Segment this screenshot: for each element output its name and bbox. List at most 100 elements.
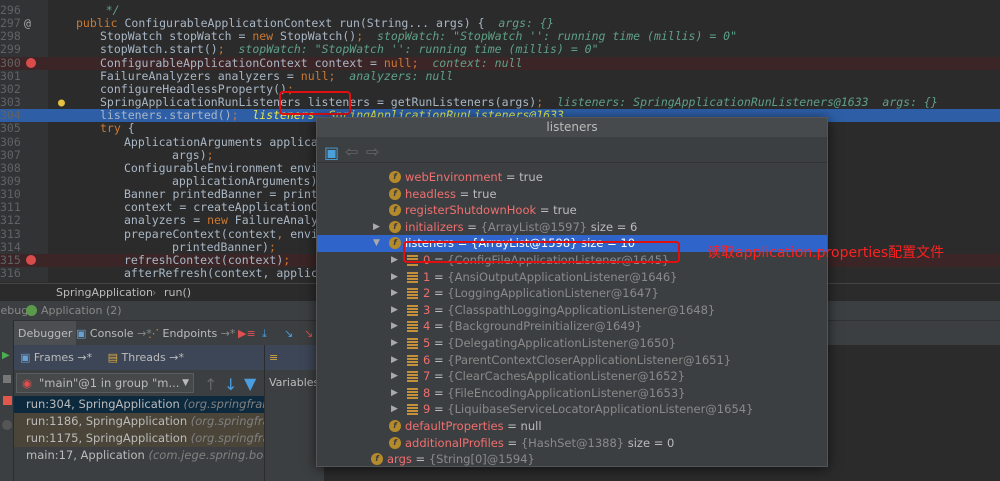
node-text: headless = true bbox=[405, 186, 497, 203]
filter-icon[interactable]: ▼ bbox=[244, 374, 256, 393]
step-into-icon[interactable]: ↘ bbox=[280, 321, 297, 346]
code-line[interactable]: 298 StopWatch stopWatch = new StopWatch()… bbox=[0, 30, 1000, 43]
breakpoint-icon[interactable] bbox=[26, 254, 36, 265]
code-token: ; bbox=[283, 252, 291, 267]
code-token: FailureAnalyzers analyzers = bbox=[100, 68, 301, 83]
node-eq: = bbox=[430, 286, 448, 301]
stack-frame[interactable]: main:17, Application (com.jege.spring.bo… bbox=[14, 447, 264, 464]
mute-breakpoints-icon[interactable] bbox=[2, 420, 12, 430]
node-eq: = bbox=[430, 402, 448, 417]
lightbulb-icon[interactable]: ● bbox=[58, 96, 65, 109]
code-line[interactable]: 302 configureHeadlessProperty(); bbox=[0, 82, 1000, 96]
threads-icon: ▤ bbox=[107, 351, 119, 364]
expand-right-icon[interactable]: ▶ bbox=[391, 335, 401, 352]
node-text: additionalProfiles = {HashSet@1388} size… bbox=[405, 435, 674, 452]
expand-down-icon[interactable]: ▼ bbox=[373, 235, 383, 252]
expand-right-icon[interactable]: ▶ bbox=[391, 285, 401, 302]
node-eq: = bbox=[430, 369, 448, 384]
tree-node[interactable]: f headless = true bbox=[317, 186, 827, 203]
down-arrow-icon[interactable]: ↓ bbox=[224, 375, 237, 394]
spring-icon bbox=[26, 305, 37, 316]
expand-right-icon[interactable]: ▶ bbox=[391, 318, 401, 335]
line-number: 313 bbox=[0, 226, 21, 241]
node-text: 7 = {ClearCachesApplicationListener@1652… bbox=[423, 368, 685, 385]
code-line[interactable]: 299 stopWatch.start(); stopWatch: "StopWa… bbox=[0, 43, 1000, 56]
popup-toolbar: ▣ ⇦ ⇨ bbox=[317, 137, 827, 163]
tree-node[interactable]: ▶ 4 = {BackgroundPreinitializer@1649} bbox=[317, 318, 827, 335]
stack-frame[interactable]: run:1186, SpringApplication (org.springf… bbox=[14, 413, 264, 430]
code-text: FailureAnalyzers analyzers = null; analy… bbox=[100, 68, 453, 83]
force-step-into-icon[interactable]: ↘ bbox=[300, 321, 317, 346]
code-line[interactable]: 301 FailureAnalyzers analyzers = null; an… bbox=[0, 68, 1000, 83]
tree-node[interactable]: ▶ 6 = {ParentContextCloserApplicationList… bbox=[317, 352, 827, 369]
code-text: try { bbox=[100, 122, 135, 135]
tree-node[interactable]: ▶ 8 = {FileEncodingApplicationListener@16… bbox=[317, 385, 827, 402]
expand-right-icon[interactable]: ▶ bbox=[391, 401, 401, 418]
field-icon: f bbox=[389, 204, 401, 217]
breakpoint-icon[interactable] bbox=[26, 57, 36, 68]
run-config-label[interactable]: Application (2) bbox=[41, 301, 122, 320]
navigate-icon[interactable]: ▣ bbox=[324, 143, 339, 162]
list-item-icon bbox=[407, 288, 418, 300]
line-number: 315 bbox=[0, 252, 21, 267]
show-execution-point-icon[interactable]: ▶≡ bbox=[234, 321, 260, 346]
code-line[interactable]: 300 ConfigurableApplicationContext contex… bbox=[0, 56, 1000, 70]
tab-frames[interactable]: ▣ Frames →* bbox=[20, 351, 92, 364]
node-tail: = true bbox=[539, 203, 577, 218]
node-value: {BackgroundPreinitializer@1649} bbox=[447, 319, 643, 334]
tab-threads[interactable]: ▤ Threads →* bbox=[108, 351, 184, 364]
expand-right-icon[interactable]: ▶ bbox=[391, 352, 401, 369]
tree-node[interactable]: ▶ 9 = {LiquibaseServiceLocatorApplication… bbox=[317, 401, 827, 418]
expand-right-icon[interactable]: ▶ bbox=[391, 252, 401, 269]
tab-debugger[interactable]: Debugger bbox=[14, 321, 77, 346]
code-token: prepareContext(context bbox=[124, 226, 277, 241]
stop-icon[interactable] bbox=[3, 396, 12, 405]
code-token: new bbox=[207, 213, 235, 228]
expand-right-icon[interactable]: ▶ bbox=[391, 269, 401, 286]
tab-endpoints[interactable]: ⋰ Endpoints →* bbox=[144, 321, 239, 346]
node-name: args bbox=[387, 452, 412, 467]
node-text: 4 = {BackgroundPreinitializer@1649} bbox=[423, 318, 642, 335]
line-number: 304 bbox=[0, 108, 21, 123]
tree-node[interactable]: ▶ 2 = {LoggingApplicationListener@1647} bbox=[317, 285, 827, 302]
code-line[interactable]: 296 */ bbox=[0, 4, 1000, 17]
tree-node[interactable]: ▶ 3 = {ClasspathLoggingApplicationListene… bbox=[317, 302, 827, 319]
tree-node[interactable]: f additionalProfiles = {HashSet@1388} siz… bbox=[317, 435, 827, 452]
pause-icon[interactable] bbox=[3, 375, 11, 383]
stack-frame[interactable]: run:304, SpringApplication (org.springfr… bbox=[14, 396, 264, 413]
back-arrow-icon[interactable]: ⇦ bbox=[345, 142, 358, 161]
tree-node[interactable]: f args = {String[0]@1594} bbox=[317, 451, 827, 467]
code-line[interactable]: 303 ● SpringApplicationRunListeners listen… bbox=[0, 96, 1000, 109]
expand-right-icon[interactable]: ▶ bbox=[391, 385, 401, 402]
line-number: 310 bbox=[0, 187, 21, 202]
code-text: configureHeadlessProperty(); bbox=[100, 82, 294, 96]
stack-frame[interactable]: run:1175, SpringApplication (org.springf… bbox=[14, 430, 264, 447]
expand-right-icon[interactable]: ▶ bbox=[391, 302, 401, 319]
thread-dropdown[interactable]: ◉ "main"@1 in group "m... ▼ bbox=[16, 373, 194, 393]
tree-node[interactable]: f defaultProperties = null bbox=[317, 418, 827, 435]
node-name: defaultProperties bbox=[405, 419, 504, 433]
code-token: refreshContext(context) bbox=[124, 252, 284, 267]
inline-value-hint: args: {} bbox=[498, 16, 554, 31]
breadcrumb-method[interactable]: run() bbox=[164, 284, 191, 302]
expand-right-icon[interactable]: ▶ bbox=[391, 368, 401, 385]
code-line[interactable]: 297 @ public ConfigurableApplicationContex… bbox=[0, 17, 1000, 30]
node-text: 1 = {AnsiOutputApplicationListener@1646} bbox=[423, 269, 678, 286]
tree-node[interactable]: f registerShutdownHook = true bbox=[317, 202, 827, 219]
node-tail: size = 0 bbox=[624, 435, 675, 450]
code-token: null; bbox=[300, 68, 336, 83]
up-arrow-icon[interactable]: ↑ bbox=[204, 375, 217, 394]
frame-package: (com.jege.spring.boot) bbox=[148, 448, 264, 462]
expand-right-icon[interactable]: ▶ bbox=[373, 219, 383, 236]
tree-node[interactable]: ▶ 7 = {ClearCachesApplicationListener@165… bbox=[317, 368, 827, 385]
step-over-icon[interactable]: ⤓ bbox=[258, 321, 271, 346]
tree-node[interactable]: ▶ 1 = {AnsiOutputApplicationListener@1646… bbox=[317, 269, 827, 286]
resume-icon[interactable]: ▶ bbox=[2, 350, 10, 361]
forward-arrow-icon[interactable]: ⇨ bbox=[366, 142, 379, 161]
tree-node[interactable]: f webEnvironment = true bbox=[317, 169, 827, 186]
tree-node[interactable]: ▶ 5 = {DelegatingApplicationListener@1650… bbox=[317, 335, 827, 352]
variables-panel: ≡ Variables bbox=[264, 345, 324, 481]
breadcrumb-class[interactable]: SpringApplication bbox=[56, 284, 153, 302]
node-text: registerShutdownHook = true bbox=[405, 202, 577, 219]
tree-node[interactable]: ▶ f initializers = {ArrayList@1597} size =… bbox=[317, 219, 827, 236]
